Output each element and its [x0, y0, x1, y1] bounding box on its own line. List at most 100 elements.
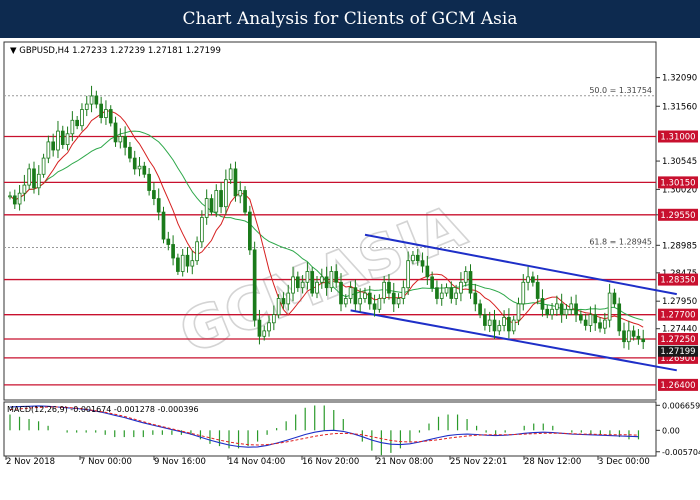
candle-body: [17, 192, 22, 205]
candle-body: [463, 271, 468, 283]
candle-body: [128, 146, 132, 159]
time-tick-label: 9 Nov 16:00: [154, 457, 206, 467]
macd-tick-label: 0.00: [662, 426, 680, 435]
time-tick-label: 7 Nov 00:00: [80, 457, 132, 467]
candle-body: [468, 271, 473, 294]
candle-body: [51, 141, 56, 151]
candle-body: [142, 165, 147, 175]
candle-body: [478, 303, 482, 316]
candle-body: [545, 308, 550, 316]
level-price-label: 1.27700: [660, 311, 695, 321]
candle-body: [319, 276, 324, 283]
candle-body: [622, 330, 626, 343]
candle-body: [36, 173, 41, 189]
level-price-label: 1.27250: [660, 335, 695, 345]
candle-body: [147, 173, 151, 191]
macd-tick-label: -0.005704: [662, 448, 700, 457]
candle-body: [367, 292, 372, 305]
price-tick-label: 1.32090: [662, 74, 697, 84]
current-price-label: 1.27199: [660, 347, 695, 357]
candle-body: [502, 316, 506, 326]
candle-body: [84, 103, 89, 110]
candle-body: [521, 281, 526, 305]
price-tick-label: 1.27950: [662, 297, 697, 307]
time-tick-label: 14 Nov 04:00: [228, 457, 285, 467]
candle-body: [602, 319, 607, 329]
time-tick-label: 25 Nov 22:01: [450, 457, 507, 467]
candle-body: [89, 95, 94, 105]
candle-body: [300, 281, 305, 289]
candle-body: [315, 281, 319, 294]
candle-body: [46, 141, 51, 159]
macd-label: MACD(12,26,9) -0.001674 -0.001278 -0.000…: [7, 405, 199, 414]
candle-body: [204, 198, 209, 218]
level-price-label: 1.28350: [660, 276, 695, 286]
candle-body: [435, 287, 439, 299]
candle-body: [156, 198, 161, 213]
candle-body: [579, 314, 583, 321]
candle-body: [75, 119, 79, 127]
candle-body: [334, 271, 339, 283]
candle-body: [80, 109, 84, 127]
candle-body: [161, 211, 166, 240]
level-price-label: 1.30150: [660, 178, 695, 188]
candle-body: [415, 254, 420, 262]
candle-body: [626, 330, 631, 343]
banner-title: Chart Analysis for Clients of GCM Asia: [182, 9, 518, 29]
candle-body: [32, 168, 36, 189]
candle-body: [483, 314, 487, 326]
trading-chart: GCMASIA▼ GBPUSD,H4 1.27233 1.27239 1.271…: [0, 38, 700, 500]
candle-body: [631, 330, 636, 337]
candle-body: [248, 211, 252, 251]
candle-body: [267, 322, 271, 332]
candle-body: [276, 298, 281, 316]
candle-body: [497, 325, 502, 332]
candle-body: [94, 95, 99, 105]
candle-body: [507, 316, 511, 332]
candle-body: [166, 238, 171, 245]
candle-body: [531, 276, 535, 283]
time-tick-label: 2 Nov 2018: [6, 457, 55, 467]
candle-body: [559, 303, 564, 316]
candle-body: [339, 281, 343, 305]
candle-body: [535, 281, 540, 299]
level-price-label: 1.31000: [660, 132, 695, 142]
time-tick-label: 16 Nov 20:00: [302, 457, 359, 467]
candle-body: [353, 287, 358, 305]
candle-body: [550, 308, 554, 316]
fibo-label: 50.0 = 1.31754: [589, 86, 652, 95]
symbol-info: ▼ GBPUSD,H4 1.27233 1.27239 1.27181 1.27…: [10, 46, 221, 56]
candle-body: [343, 298, 348, 305]
candle-body: [459, 281, 463, 294]
candle-body: [511, 319, 516, 332]
candle-body: [228, 168, 233, 181]
candle-body: [99, 103, 103, 118]
candle-body: [27, 168, 32, 186]
candle-body: [132, 157, 137, 170]
candle-body: [540, 298, 545, 310]
candle-body: [252, 249, 257, 321]
price-tick-label: 1.30545: [662, 157, 697, 167]
candle-body: [180, 254, 185, 272]
candle-body: [607, 292, 612, 321]
level-price-label: 1.26400: [660, 381, 695, 391]
candle-body: [271, 314, 276, 324]
candle-body: [291, 276, 295, 294]
candle-body: [406, 260, 410, 289]
candle-body: [185, 254, 190, 267]
time-tick-label: 21 Nov 08:00: [376, 457, 433, 467]
candle-body: [104, 109, 108, 118]
candle-body: [137, 165, 142, 170]
candle-body: [473, 292, 478, 305]
candle-body: [439, 292, 444, 299]
candle-body: [108, 109, 113, 124]
candle-body: [310, 271, 315, 294]
candle-body: [209, 198, 214, 213]
candle-body: [262, 330, 267, 337]
candle-body: [286, 292, 291, 305]
candle-body: [243, 190, 247, 213]
header-banner: Chart Analysis for Clients of GCM Asia: [0, 0, 700, 38]
candle-body: [401, 287, 406, 299]
candle-body: [492, 319, 497, 332]
candle-body: [233, 168, 238, 197]
